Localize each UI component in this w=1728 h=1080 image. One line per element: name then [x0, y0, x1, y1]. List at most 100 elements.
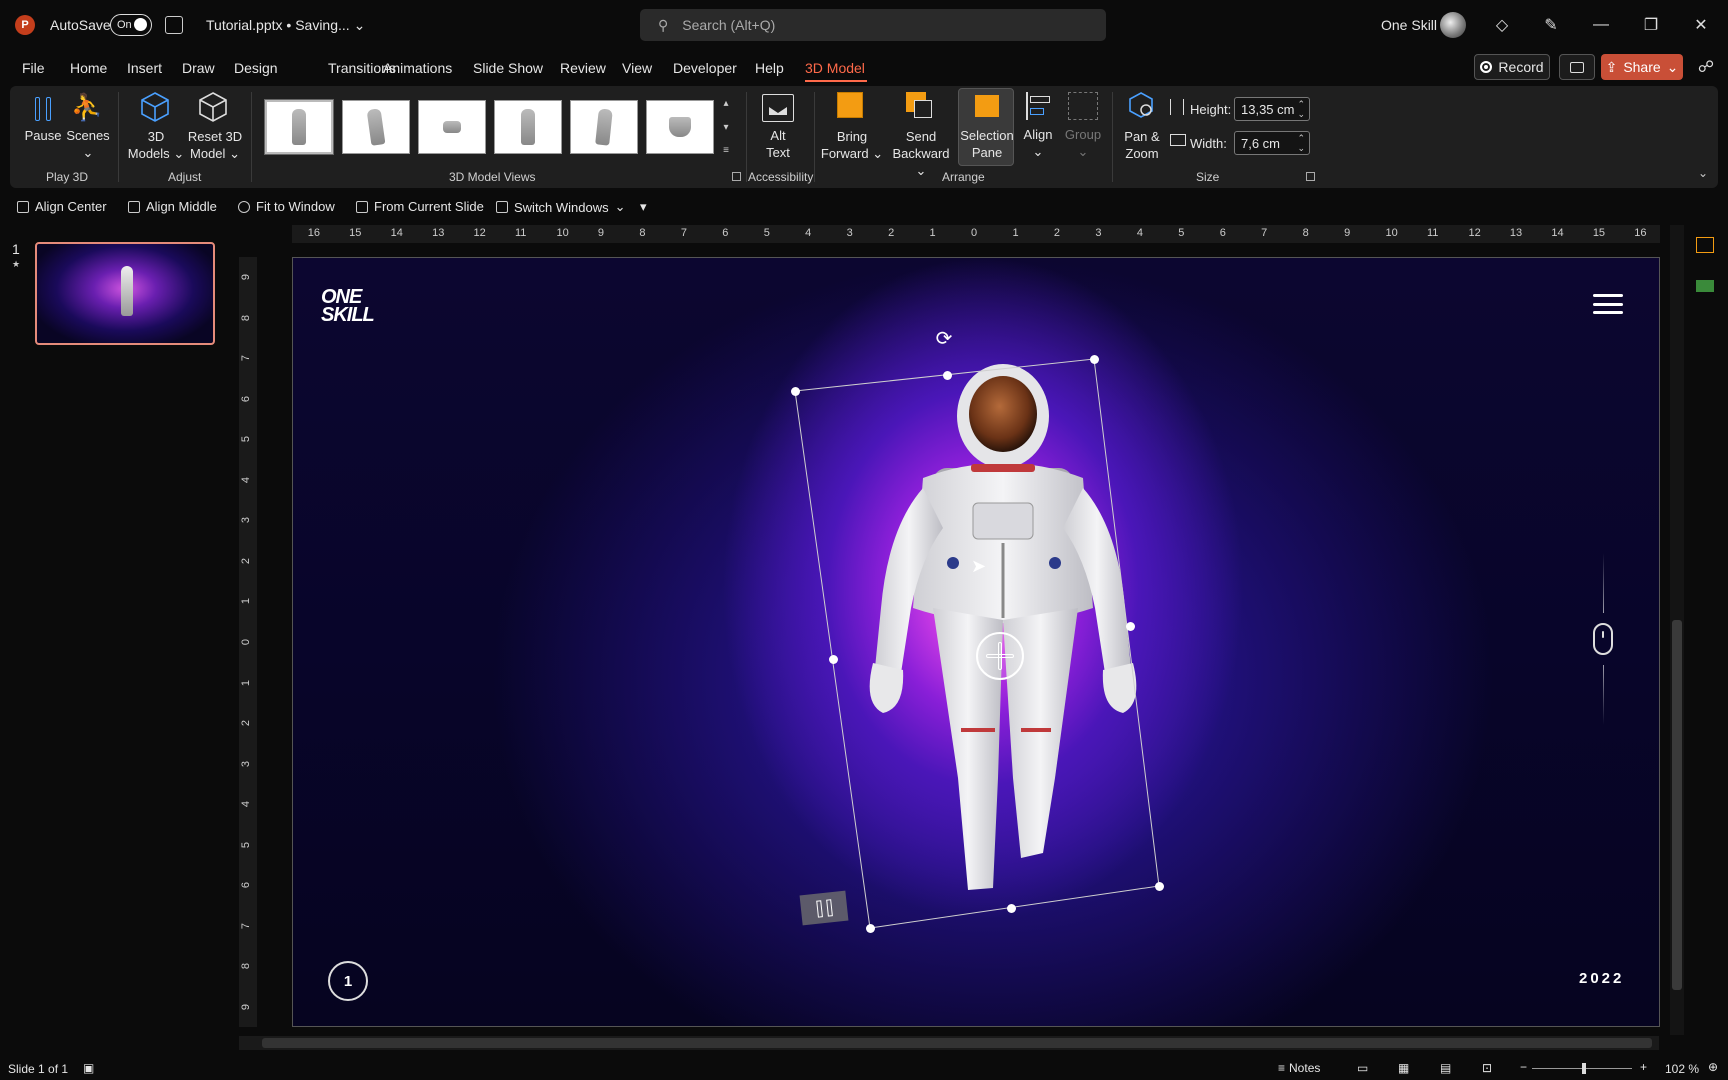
resize-handle-top-left[interactable] — [791, 387, 800, 396]
gallery-scroll[interactable]: ▴ ▾ ≡ — [720, 98, 732, 156]
record-button[interactable]: Record — [1474, 54, 1550, 80]
resize-handle-bottom-right[interactable] — [1155, 882, 1164, 891]
reading-view-icon[interactable]: ▤ — [1440, 1061, 1451, 1075]
zoom-out-icon[interactable]: − — [1520, 1060, 1527, 1074]
scenes-icon[interactable]: ⛹ — [70, 92, 104, 126]
tab-view[interactable]: View — [622, 60, 652, 76]
horizontal-scrollbar-thumb[interactable] — [262, 1038, 1652, 1048]
ruler-tick-label: 1 — [1012, 227, 1019, 239]
selection-pane-side-icon[interactable] — [1696, 237, 1714, 253]
resize-handle-right[interactable] — [1126, 622, 1135, 631]
tab-animations[interactable]: Animations — [383, 60, 452, 76]
slide-canvas[interactable]: ONE SKILL ⟳ ➤ 1 2022 — [292, 257, 1660, 1027]
resize-handle-top[interactable] — [943, 371, 952, 380]
bring-forward-button[interactable]: Bring Forward ⌄ — [820, 128, 884, 162]
pen-icon[interactable]: ✎ — [1540, 14, 1562, 36]
scenes-button[interactable]: Scenes ⌄ — [64, 127, 112, 161]
tab-review[interactable]: Review — [560, 60, 606, 76]
group-label-accessibility: Accessibility — [748, 170, 814, 184]
comments-button[interactable] — [1559, 54, 1595, 80]
resize-handle-bottom[interactable] — [1007, 904, 1016, 913]
zoom-slider-thumb[interactable] — [1582, 1063, 1586, 1074]
fit-slide-icon[interactable]: ⊕ — [1708, 1060, 1718, 1074]
spin-icon[interactable]: ⌃ ⌄ — [1297, 133, 1305, 153]
selection-pane-button[interactable]: Selection Pane — [958, 88, 1014, 166]
cube-icon[interactable] — [138, 90, 172, 124]
zoom-level[interactable]: 102 % — [1665, 1062, 1699, 1076]
view-thumb-6[interactable] — [646, 100, 714, 154]
model-pause-button[interactable] — [799, 890, 849, 926]
close-icon[interactable]: ✕ — [1690, 14, 1712, 36]
group-label-arrange: Arrange — [942, 170, 985, 184]
tab-file[interactable]: File — [22, 60, 45, 76]
customize-qat-icon[interactable]: ▾ — [640, 199, 647, 215]
save-icon[interactable] — [165, 16, 183, 34]
reset-3d-model-button[interactable]: Reset 3D Model ⌄ — [186, 128, 244, 162]
tab-draw[interactable]: Draw — [182, 60, 215, 76]
restore-icon[interactable]: ❐ — [1640, 14, 1662, 36]
align-middle-button[interactable]: Align Middle — [128, 199, 217, 214]
alt-text-icon[interactable] — [762, 94, 794, 122]
resize-handle-left[interactable] — [829, 655, 838, 664]
3d-rotate-handle-icon[interactable] — [976, 632, 1024, 680]
slide-thumbnail-1[interactable] — [35, 242, 215, 345]
zoom-in-icon[interactable]: + — [1640, 1060, 1647, 1074]
view-thumb-3[interactable] — [418, 100, 486, 154]
normal-view-icon[interactable]: ▭ — [1357, 1061, 1368, 1075]
bring-forward-icon[interactable] — [837, 92, 863, 118]
minimize-icon[interactable]: — — [1590, 14, 1612, 36]
resize-handle-bottom-left[interactable] — [866, 924, 875, 933]
align-center-button[interactable]: Align Center — [17, 199, 107, 214]
rotate-handle-icon[interactable]: ⟳ — [933, 328, 955, 350]
tab-slide-show[interactable]: Slide Show — [473, 60, 543, 76]
pause-icon[interactable] — [26, 92, 60, 126]
reset-model-icon[interactable] — [196, 90, 230, 124]
align-bar-2 — [1030, 108, 1044, 115]
height-field[interactable]: 13,35 cm ⌃ ⌄ — [1234, 97, 1310, 121]
avatar[interactable] — [1440, 12, 1466, 38]
pan-zoom-button[interactable]: Pan & Zoom — [1116, 128, 1168, 162]
dialog-launcher-icon[interactable] — [732, 172, 741, 181]
resize-handle-top-right[interactable] — [1090, 355, 1099, 364]
alt-text-button[interactable]: Alt Text — [752, 127, 804, 161]
tab-home[interactable]: Home — [70, 60, 107, 76]
collapse-ribbon-icon[interactable]: ⌄ — [1698, 166, 1708, 180]
diamond-icon[interactable]: ◇ — [1491, 14, 1513, 36]
fit-window-button[interactable]: Fit to Window — [238, 199, 335, 214]
spin-icon[interactable]: ⌃ ⌄ — [1297, 99, 1305, 119]
selection-frame[interactable] — [293, 258, 1660, 1027]
tab-help[interactable]: Help — [755, 60, 784, 76]
view-thumb-4[interactable] — [494, 100, 562, 154]
slide-sorter-icon[interactable]: ▦ — [1398, 1061, 1409, 1075]
align-icon[interactable] — [1024, 92, 1052, 120]
group-label: Group — [1064, 127, 1102, 142]
tab-insert[interactable]: Insert — [127, 60, 162, 76]
coauthor-icon[interactable]: ☍ — [1695, 56, 1717, 78]
send-backward-icon[interactable] — [906, 92, 932, 118]
align-button[interactable]: Align ⌄ — [1018, 126, 1058, 160]
pause-button[interactable]: Pause — [20, 127, 66, 144]
width-field[interactable]: 7,6 cm ⌃ ⌄ — [1234, 131, 1310, 155]
notes-button[interactable]: ≡ Notes — [1278, 1061, 1320, 1075]
view-thumb-1[interactable] — [264, 99, 334, 155]
document-title[interactable]: Tutorial.pptx • Saving... ⌄ — [206, 17, 365, 34]
3d-models-label-2: Models — [127, 146, 170, 161]
pan-zoom-icon[interactable] — [1126, 90, 1156, 120]
vertical-scrollbar-thumb[interactable] — [1672, 620, 1682, 990]
accessibility-icon[interactable]: ▣ — [83, 1061, 94, 1075]
tab-3d-model[interactable]: 3D Model — [805, 60, 865, 76]
user-name[interactable]: One Skill — [1381, 17, 1437, 33]
view-thumb-2[interactable] — [342, 100, 410, 154]
tab-design[interactable]: Design — [234, 60, 278, 76]
search-input[interactable]: ⚲ Search (Alt+Q) — [640, 9, 1106, 41]
share-button[interactable]: ⇪ Share ⌄ — [1601, 54, 1683, 80]
switch-windows-button[interactable]: Switch Windows ⌄ — [496, 199, 626, 215]
autosave-toggle[interactable]: On — [110, 14, 152, 36]
view-thumb-5[interactable] — [570, 100, 638, 154]
slideshow-view-icon[interactable]: ⊡ — [1482, 1061, 1492, 1075]
dialog-launcher-icon[interactable] — [1306, 172, 1315, 181]
design-ideas-side-icon[interactable] — [1696, 280, 1714, 292]
from-current-slide-button[interactable]: From Current Slide — [356, 199, 484, 214]
tab-developer[interactable]: Developer — [673, 60, 737, 76]
3d-models-button[interactable]: 3D Models ⌄ — [124, 128, 188, 162]
